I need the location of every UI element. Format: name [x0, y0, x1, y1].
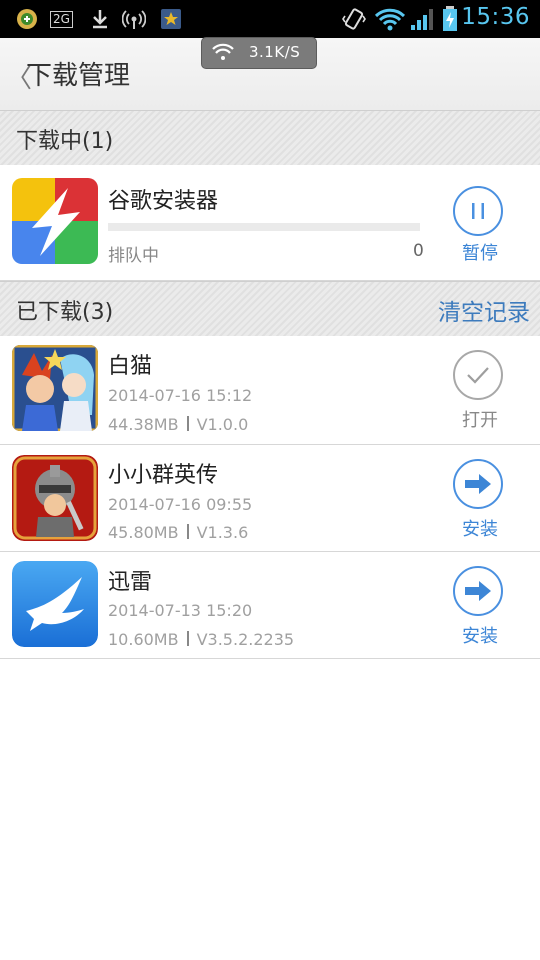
separator — [186, 524, 189, 539]
arrow-right-icon — [465, 474, 491, 494]
shield-star-icon — [160, 7, 182, 31]
app-name: 迅雷 — [108, 570, 153, 595]
clock: 15:36 — [461, 4, 530, 30]
pause-icon — [472, 203, 484, 219]
app-version: V3.5.2.2235 — [196, 630, 295, 649]
vibrate-icon — [342, 7, 366, 31]
app-size: 10.60MB — [108, 630, 179, 649]
download-count: 0 — [413, 241, 424, 261]
install-button[interactable] — [453, 566, 503, 616]
signal-icon — [410, 7, 436, 31]
pause-button[interactable] — [453, 186, 503, 236]
section-label: 已下载(3) — [16, 300, 114, 325]
download-date: 2014-07-13 15:20 — [108, 601, 253, 620]
wifi-icon — [212, 43, 234, 60]
knight-game-icon — [12, 455, 98, 541]
install-label[interactable]: 安装 — [440, 515, 520, 541]
separator — [186, 631, 189, 646]
app-size: 44.38MB — [108, 415, 179, 434]
download-status: 排队中 — [108, 246, 159, 266]
open-button[interactable] — [453, 350, 503, 400]
app-version: V1.0.0 — [196, 415, 249, 434]
xunlei-bird-icon — [12, 561, 98, 647]
app-version: V1.3.6 — [196, 523, 249, 542]
white-cat-game-icon — [12, 345, 98, 431]
section-downloading: 下载中(1) — [0, 110, 540, 166]
downloaded-item[interactable]: 白猫 2014-07-16 15:12 44.38MB V1.0.0 打开 — [0, 336, 540, 445]
app-size-version: 45.80MB V1.3.6 — [108, 523, 248, 542]
downloaded-item[interactable]: 小小群英传 2014-07-16 09:55 45.80MB V1.3.6 安装 — [0, 445, 540, 552]
network-2g-icon: 2G — [50, 7, 73, 31]
app-name: 白猫 — [108, 354, 153, 379]
separator — [186, 416, 189, 431]
app-size-version: 10.60MB V3.5.2.2235 — [108, 630, 294, 649]
pause-label[interactable]: 暂停 — [440, 239, 520, 265]
app-name: 小小群英传 — [108, 463, 219, 488]
app-size-version: 44.38MB V1.0.0 — [108, 415, 248, 434]
open-label[interactable]: 打开 — [440, 406, 520, 432]
app-size: 45.80MB — [108, 523, 179, 542]
section-downloaded: 已下载(3) 清空记录 — [0, 281, 540, 337]
wifi-icon — [374, 7, 406, 31]
arrow-right-icon — [465, 581, 491, 601]
check-icon — [467, 367, 489, 384]
install-button[interactable] — [453, 459, 503, 509]
speed-text: 3.1K/S — [249, 43, 301, 61]
clear-records-button[interactable]: 清空记录 — [438, 293, 530, 327]
battery-charging-icon — [442, 6, 458, 31]
wireless-icon — [122, 7, 146, 31]
download-date: 2014-07-16 09:55 — [108, 495, 253, 514]
download-date: 2014-07-16 15:12 — [108, 386, 253, 405]
status-bar: 2G 15:36 — [0, 0, 540, 38]
network-speed-indicator: 3.1K/S — [201, 37, 317, 69]
app-name: 谷歌安装器 — [108, 189, 219, 214]
download-progress-bar — [108, 223, 420, 231]
downloaded-item[interactable]: 迅雷 2014-07-13 15:20 10.60MB V3.5.2.2235 安… — [0, 552, 540, 659]
google-installer-icon — [12, 178, 98, 264]
section-label: 下载中(1) — [16, 129, 114, 154]
page-title: 下载管理 — [26, 61, 131, 91]
app-badge-icon — [16, 7, 38, 31]
download-item[interactable]: 谷歌安装器 排队中 0 暂停 — [0, 165, 540, 281]
install-label[interactable]: 安装 — [440, 622, 520, 648]
download-icon — [90, 7, 110, 31]
